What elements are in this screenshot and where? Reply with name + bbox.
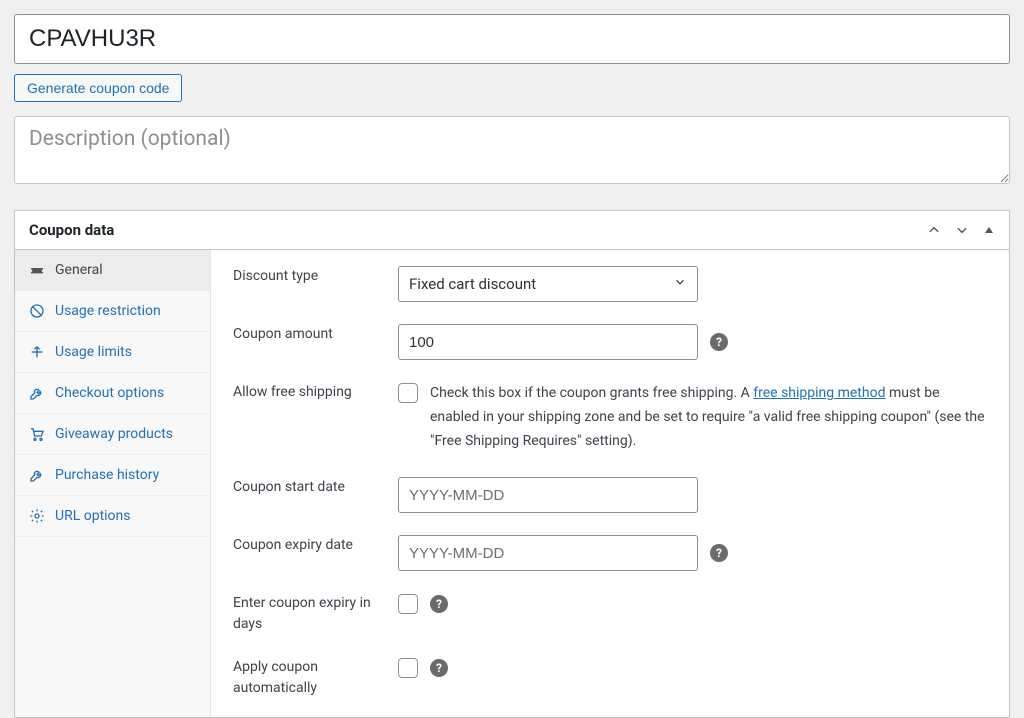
auto-apply-label: Apply coupon automatically (233, 657, 398, 699)
tab-giveaway-products[interactable]: Giveaway products (15, 414, 210, 455)
help-icon[interactable]: ? (710, 544, 728, 562)
help-icon[interactable]: ? (710, 333, 728, 351)
discount-type-select[interactable]: Fixed cart discount (398, 266, 698, 302)
wrench-icon (29, 385, 45, 401)
cart-icon (29, 426, 45, 442)
tab-general[interactable]: General (15, 250, 210, 291)
general-form: Discount type Fixed cart discount Coupon… (211, 250, 1009, 717)
coupon-amount-input[interactable] (398, 324, 698, 360)
coupon-data-panel: Coupon data General (14, 210, 1010, 718)
generate-coupon-button[interactable]: Generate coupon code (14, 74, 182, 102)
tab-label: URL options (55, 508, 131, 524)
panel-header-controls (927, 223, 995, 237)
expiry-date-input[interactable] (398, 535, 698, 571)
auto-apply-checkbox[interactable] (398, 658, 418, 678)
coupon-amount-label: Coupon amount (233, 324, 398, 345)
move-down-icon[interactable] (955, 223, 969, 237)
gear-icon (29, 508, 45, 524)
page-root: Generate coupon code Coupon data (0, 0, 1024, 700)
collapse-icon[interactable] (983, 224, 995, 236)
help-icon[interactable]: ? (430, 659, 448, 677)
discount-type-value: Fixed cart discount (409, 275, 536, 293)
ticket-icon (29, 262, 45, 278)
tab-label: Usage limits (55, 344, 132, 360)
limits-icon (29, 344, 45, 360)
panel-title: Coupon data (29, 221, 114, 239)
tab-label: Giveaway products (55, 426, 173, 442)
free-shipping-link[interactable]: free shipping method (753, 385, 885, 401)
expiry-days-label: Enter coupon expiry in days (233, 593, 398, 635)
tab-label: Usage restriction (55, 303, 161, 319)
free-shipping-description: Check this box if the coupon grants free… (430, 382, 987, 453)
panel-body: General Usage restriction Usage limits (15, 250, 1009, 717)
tab-label: General (55, 262, 103, 278)
free-shipping-checkbox[interactable] (398, 383, 418, 403)
move-up-icon[interactable] (927, 223, 941, 237)
tab-label: Checkout options (55, 385, 164, 401)
panel-header: Coupon data (15, 211, 1009, 250)
chevron-down-icon (673, 275, 687, 293)
discount-type-label: Discount type (233, 266, 398, 287)
tab-purchase-history[interactable]: Purchase history (15, 455, 210, 496)
start-date-input[interactable] (398, 477, 698, 513)
tab-usage-limits[interactable]: Usage limits (15, 332, 210, 373)
start-date-label: Coupon start date (233, 477, 398, 498)
wrench-icon (29, 467, 45, 483)
description-textarea[interactable] (14, 116, 1010, 184)
tab-usage-restriction[interactable]: Usage restriction (15, 291, 210, 332)
sidebar-tabs: General Usage restriction Usage limits (15, 250, 211, 717)
help-icon[interactable]: ? (430, 595, 448, 613)
coupon-code-input[interactable] (14, 14, 1010, 64)
ban-icon (29, 303, 45, 319)
expiry-days-checkbox[interactable] (398, 594, 418, 614)
tab-url-options[interactable]: URL options (15, 496, 210, 537)
free-shipping-label: Allow free shipping (233, 382, 398, 403)
tab-label: Purchase history (55, 467, 159, 483)
tab-checkout-options[interactable]: Checkout options (15, 373, 210, 414)
expiry-date-label: Coupon expiry date (233, 535, 398, 556)
